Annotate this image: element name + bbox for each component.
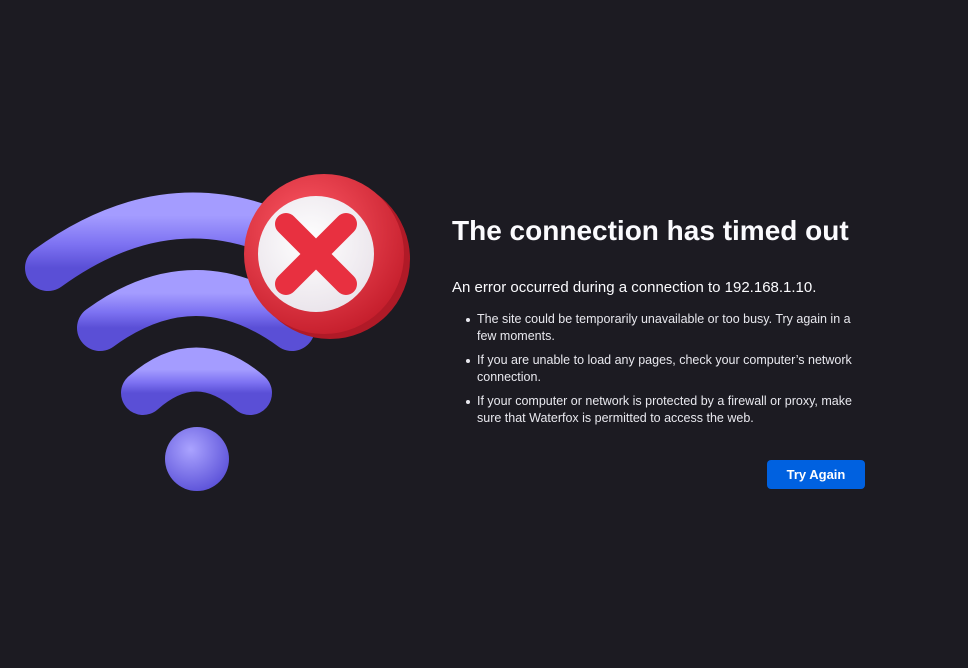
reason-text: The site could be temporarily unavailabl… <box>477 312 851 343</box>
error-content: The connection has timed out An error oc… <box>452 214 872 434</box>
wifi-error-illustration <box>18 168 418 498</box>
error-intro: An error occurred during a connection to… <box>452 279 817 296</box>
bullet-icon <box>466 359 470 363</box>
page-title: The connection has timed out <box>452 215 849 246</box>
try-again-button[interactable]: Try Again <box>767 460 865 489</box>
bullet-icon <box>466 318 470 322</box>
wifi-dot <box>165 427 229 491</box>
error-actions: Try Again <box>767 460 865 489</box>
list-item: If you are unable to load any pages, che… <box>452 352 872 386</box>
wifi-error-icon <box>25 174 410 491</box>
list-item: The site could be temporarily unavailabl… <box>452 311 872 345</box>
list-item: If your computer or network is protected… <box>452 393 872 427</box>
bullet-icon <box>466 400 470 404</box>
wifi-arc-inner <box>121 347 272 415</box>
error-reasons-list: The site could be temporarily unavailabl… <box>452 311 872 427</box>
reason-text: If your computer or network is protected… <box>477 394 852 425</box>
reason-text: If you are unable to load any pages, che… <box>477 353 852 384</box>
